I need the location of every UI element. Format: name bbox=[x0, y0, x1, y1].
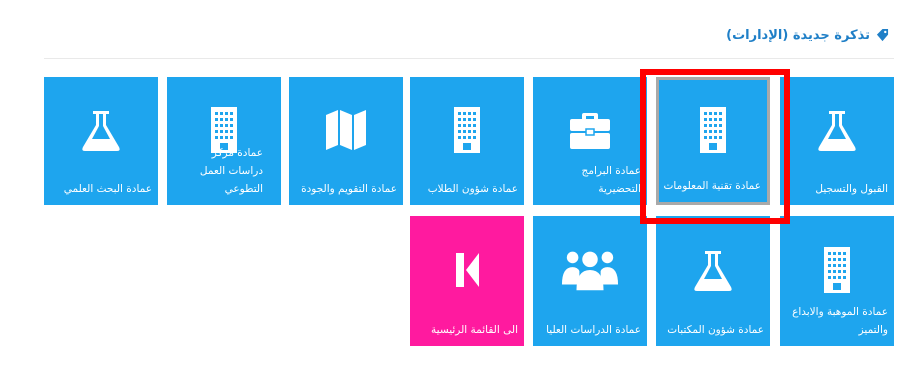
header-divider bbox=[44, 58, 894, 59]
users-icon bbox=[561, 251, 619, 291]
tile-label: عمادة شؤون الطلاب bbox=[427, 183, 518, 195]
flask-icon bbox=[818, 111, 856, 151]
flask-icon bbox=[694, 251, 732, 291]
tile-graduate-studies[interactable]: عمادة الدراسات العليا bbox=[533, 216, 647, 346]
tile-label: عمادة الموهبة والابداع والتميز bbox=[792, 306, 888, 336]
tile-label: عمادة البرامج التحضيرية bbox=[581, 165, 641, 195]
tile-label: القبول والتسجيل bbox=[815, 183, 888, 195]
back-icon bbox=[456, 253, 479, 287]
tile-student-affairs[interactable]: عمادة شؤون الطلاب bbox=[410, 77, 524, 205]
tile-label: عمادة شؤون المكتبات bbox=[667, 324, 764, 336]
page-title: تذكرة جديدة (الإدارات) bbox=[726, 28, 870, 43]
tile-talent-creativity[interactable]: عمادة الموهبة والابداع والتميز bbox=[780, 216, 894, 346]
map-icon bbox=[326, 110, 366, 150]
page-header: تذكرة جديدة (الإدارات) bbox=[726, 28, 889, 43]
tile-label: الى القائمة الرئيسية bbox=[431, 324, 518, 336]
tile-label: عمادة تقنية المعلومات bbox=[663, 180, 761, 192]
briefcase-icon bbox=[570, 113, 610, 149]
tile-label: عمادة مركز دراسات العمل التطوعي bbox=[199, 147, 263, 195]
tile-label: عمادة التقويم والجودة bbox=[301, 183, 397, 195]
tile-evaluation-quality[interactable]: عمادة التقويم والجودة bbox=[289, 77, 403, 205]
tile-label: عمادة الدراسات العليا bbox=[546, 324, 641, 336]
tile-it-deanship[interactable]: عمادة تقنية المعلومات bbox=[656, 77, 770, 205]
tile-volunteer-studies[interactable]: عمادة مركز دراسات العمل التطوعي bbox=[167, 77, 281, 205]
tag-icon bbox=[876, 29, 889, 42]
tile-label: عمادة البحث العلمي bbox=[63, 183, 152, 195]
tile-library-affairs[interactable]: عمادة شؤون المكتبات bbox=[656, 216, 770, 346]
tile-scientific-research[interactable]: عمادة البحث العلمي bbox=[44, 77, 158, 205]
tile-admission-registration[interactable]: القبول والتسجيل bbox=[780, 77, 894, 205]
tile-preparatory-programs[interactable]: عمادة البرامج التحضيرية bbox=[533, 77, 647, 205]
building-icon bbox=[454, 107, 480, 153]
flask-icon bbox=[82, 111, 120, 151]
building-icon bbox=[824, 247, 850, 293]
building-icon bbox=[700, 107, 726, 153]
tile-back-to-main-menu[interactable]: الى القائمة الرئيسية bbox=[410, 216, 524, 346]
